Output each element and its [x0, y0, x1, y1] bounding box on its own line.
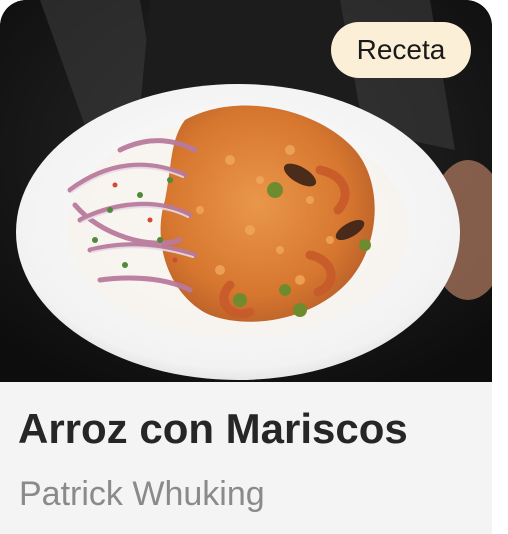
- recipe-title[interactable]: Arroz con Mariscos: [18, 405, 408, 453]
- recipe-type-badge: Receta: [331, 22, 471, 78]
- recipe-author[interactable]: Patrick Whuking: [19, 475, 265, 514]
- recipe-card[interactable]: Receta Arroz con Mariscos Patrick Whukin…: [0, 0, 492, 534]
- recipe-photo[interactable]: Receta: [0, 0, 492, 382]
